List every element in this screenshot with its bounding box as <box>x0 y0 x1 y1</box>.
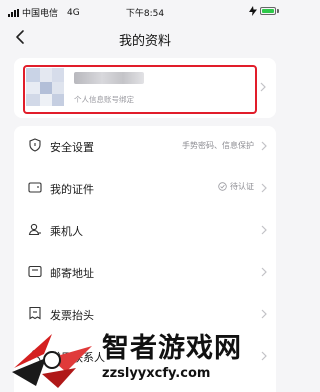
id-card-icon <box>28 182 42 193</box>
page-title: 我的资料 <box>118 34 171 49</box>
chevron-right-icon <box>261 225 267 235</box>
status-bar: 中国电信 4G 下午8:54 <box>0 0 290 22</box>
menu-label: 乘机人 <box>50 225 83 238</box>
chevron-right-icon <box>261 267 267 277</box>
menu-label: 发票抬头 <box>50 309 94 322</box>
status-time: 下午8:54 <box>125 9 165 19</box>
menu-item-documents[interactable]: 我的证件 待认证 <box>14 168 276 210</box>
receipt-icon <box>29 306 41 320</box>
chevron-right-icon <box>261 183 267 193</box>
menu-item-mailing-address[interactable]: 邮寄地址 <box>14 252 276 294</box>
battery-cap <box>277 9 279 13</box>
chevron-right-icon <box>261 309 267 319</box>
watermark-logo <box>12 334 92 388</box>
menu-item-passengers[interactable]: 乘机人 <box>14 210 276 252</box>
menu-label: 邮寄地址 <box>50 267 94 280</box>
shield-icon <box>29 138 41 152</box>
nav-bar: 我的资料 <box>0 24 290 50</box>
person-icon <box>28 223 41 236</box>
highlight-annotation <box>23 65 257 114</box>
chevron-right-icon <box>260 82 266 92</box>
menu-label: 我的证件 <box>50 183 94 196</box>
chevron-right-icon <box>261 141 267 151</box>
check-circle-icon <box>218 182 227 191</box>
menu-item-security[interactable]: 安全设置 手势密码、信息保护 <box>14 126 276 168</box>
watermark-title: 智者游戏网 <box>102 333 242 364</box>
charging-icon <box>249 6 257 16</box>
watermark-url: zzslyyxcfy.com <box>102 366 211 381</box>
menu-value: 手势密码、信息保护 <box>182 141 254 150</box>
watermark: 智者游戏网 zzslyyxcfy.com <box>6 326 290 392</box>
menu-value: 待认证 <box>230 182 254 191</box>
verify-status: 待认证 <box>218 181 254 192</box>
mail-icon <box>28 265 42 278</box>
battery-icon <box>260 7 276 15</box>
menu-label: 安全设置 <box>50 141 94 154</box>
